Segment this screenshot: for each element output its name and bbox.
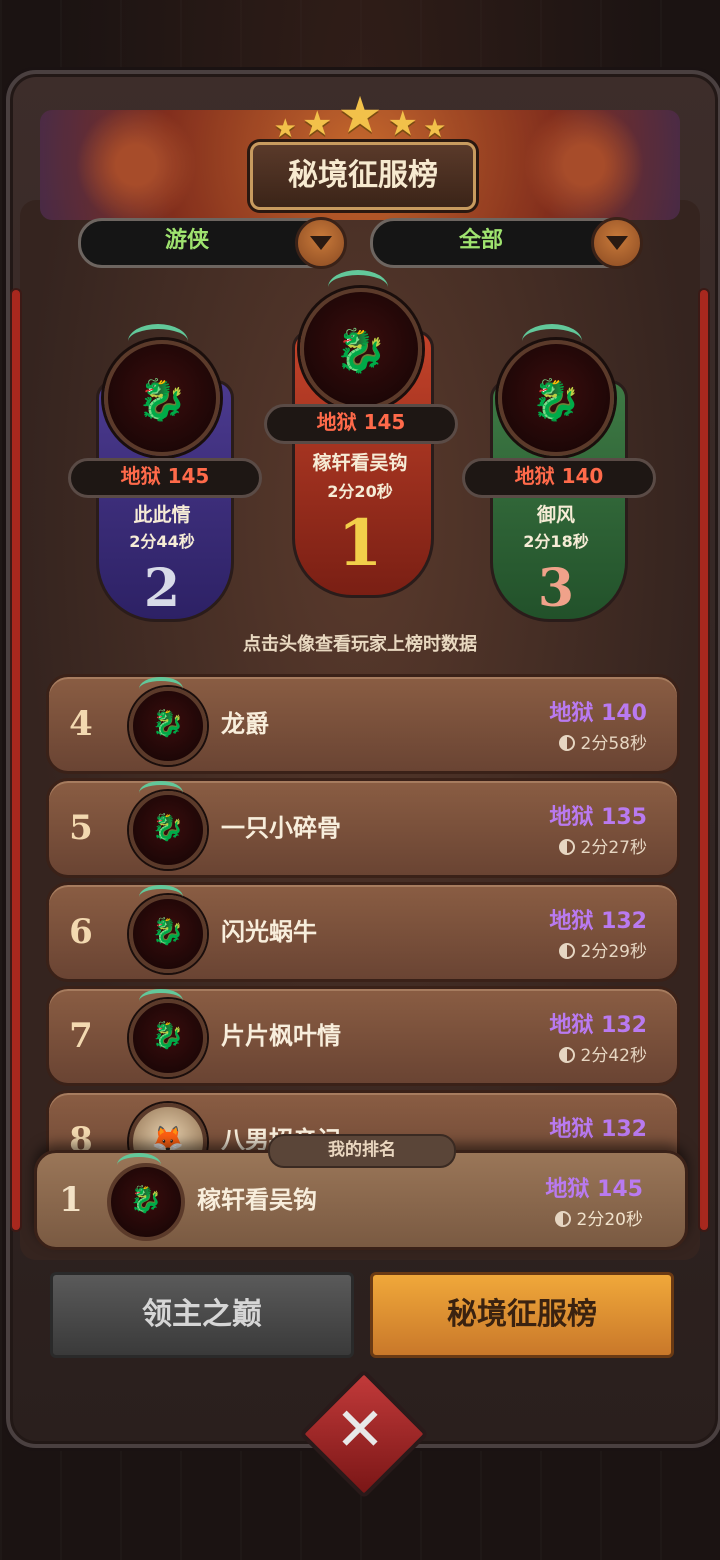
star-icon: ★ [387,104,418,144]
podium-time: 2分20秒 [327,482,393,501]
dragon-avatar-icon[interactable]: 🐉 [300,270,422,410]
dragon-avatar-icon[interactable]: 🐉 [129,781,207,869]
rank-number: 5 [69,808,93,848]
dragon-avatar-icon[interactable]: 🐉 [498,324,614,456]
dragon-glyph: 🐉 [151,917,185,947]
player-score: 地狱 140 [549,701,647,726]
list-item[interactable]: 7 🐉 片片枫叶情 地狱 132 2分42秒 [46,986,680,1086]
my-rank-tag: 我的排名 [268,1134,456,1168]
dragon-avatar-icon[interactable]: 🐉 [107,1153,185,1241]
crest-decoration [128,324,188,359]
player-time: 2分58秒 [558,729,647,754]
star-icon: ★ [302,104,333,144]
chevron-down-icon[interactable] [591,217,643,269]
star-rating: ★ ★ ★ ★ ★ [260,86,460,146]
player-score: 地狱 132 [549,1117,647,1142]
rank-number: 7 [69,1016,93,1056]
podium-player-name: 此此情 [133,504,191,526]
podium-time: 2分44秒 [129,532,195,551]
dragon-avatar-icon[interactable]: 🐉 [129,677,207,765]
player-name: 龙爵 [221,710,269,738]
dragon-glyph: 🐉 [129,1185,163,1215]
clock-icon [558,943,575,959]
player-score: 地狱 145 [545,1177,643,1202]
player-time: 2分20秒 [554,1205,643,1230]
podium-time: 2分18秒 [523,532,589,551]
crest-decoration [139,989,183,1013]
tab-realm-conquest[interactable]: 秘境征服榜 [370,1272,674,1358]
hint-text: 点击头像查看玩家上榜时数据 [243,634,477,655]
list-item[interactable]: 6 🐉 闪光蜗牛 地狱 132 2分29秒 [46,882,680,982]
chevron-down-icon[interactable] [295,217,347,269]
time-value: 2分20秒 [576,1210,643,1230]
rank-number: 6 [69,912,93,952]
crest-decoration [522,324,582,359]
star-icon: ★ [273,114,297,144]
podium-rank-number: 3 [537,558,575,619]
dragon-glyph: 🐉 [151,1021,185,1051]
clock-icon [558,839,575,855]
player-score: 地狱 135 [549,805,647,830]
dragon-glyph: 🐉 [151,813,185,843]
dragon-glyph: 🐉 [151,709,185,739]
player-name: 一只小碎骨 [221,814,341,842]
crest-decoration [139,781,183,805]
dragon-avatar-icon[interactable]: 🐉 [129,885,207,973]
star-icon: ★ [423,114,447,144]
crest-decoration [328,270,388,305]
tab-lord-summit[interactable]: 领主之巅 [50,1272,354,1358]
player-time: 2分27秒 [558,833,647,858]
clock-icon [554,1211,571,1227]
left-rail [12,290,20,1230]
rank-number: 1 [59,1180,83,1220]
player-name: 片片枫叶情 [221,1022,341,1050]
dragon-avatar-icon[interactable]: 🐉 [129,989,207,1077]
clock-icon [558,735,575,751]
podium-score: 地狱 140 [462,458,656,498]
time-value: 2分27秒 [580,838,647,858]
podium-rank-number: 1 [337,506,383,581]
crest-decoration [139,677,183,701]
player-score: 地狱 132 [549,909,647,934]
close-icon[interactable]: ✕ [318,1388,402,1472]
podium-player-name: 稼轩看吴钩 [312,452,408,474]
crest-decoration [117,1153,161,1177]
rank-number: 4 [69,704,93,744]
dragon-glyph: 🐉 [137,377,187,424]
star-icon: ★ [337,86,383,144]
list-item[interactable]: 5 🐉 一只小碎骨 地狱 135 2分27秒 [46,778,680,878]
podium-player-name: 御风 [536,504,575,526]
podium-rank-number: 2 [143,558,181,619]
podium-score: 地狱 145 [264,404,458,444]
clock-icon [558,1047,575,1063]
class-filter-label: 游侠 [164,228,209,253]
scope-filter-label: 全部 [458,228,503,253]
dragon-avatar-icon[interactable]: 🐉 [104,324,220,456]
class-filter-dropdown[interactable]: 游侠 [78,217,347,269]
dragon-glyph: 🐉 [531,377,581,424]
dragon-glyph: 🐉 [334,326,388,376]
time-value: 2分42秒 [580,1046,647,1066]
player-time: 2分29秒 [558,937,647,962]
podium-score: 地狱 145 [68,458,262,498]
list-item[interactable]: 4 🐉 龙爵 地狱 140 2分58秒 [46,674,680,774]
player-score: 地狱 132 [549,1013,647,1038]
time-value: 2分58秒 [580,734,647,754]
scope-filter-dropdown[interactable]: 全部 [370,217,643,269]
right-rail [700,290,708,1230]
player-time: 2分42秒 [558,1041,647,1066]
crest-decoration [139,885,183,909]
time-value: 2分29秒 [580,942,647,962]
player-name: 闪光蜗牛 [221,918,317,946]
page-title: 秘境征服榜 [250,142,476,210]
